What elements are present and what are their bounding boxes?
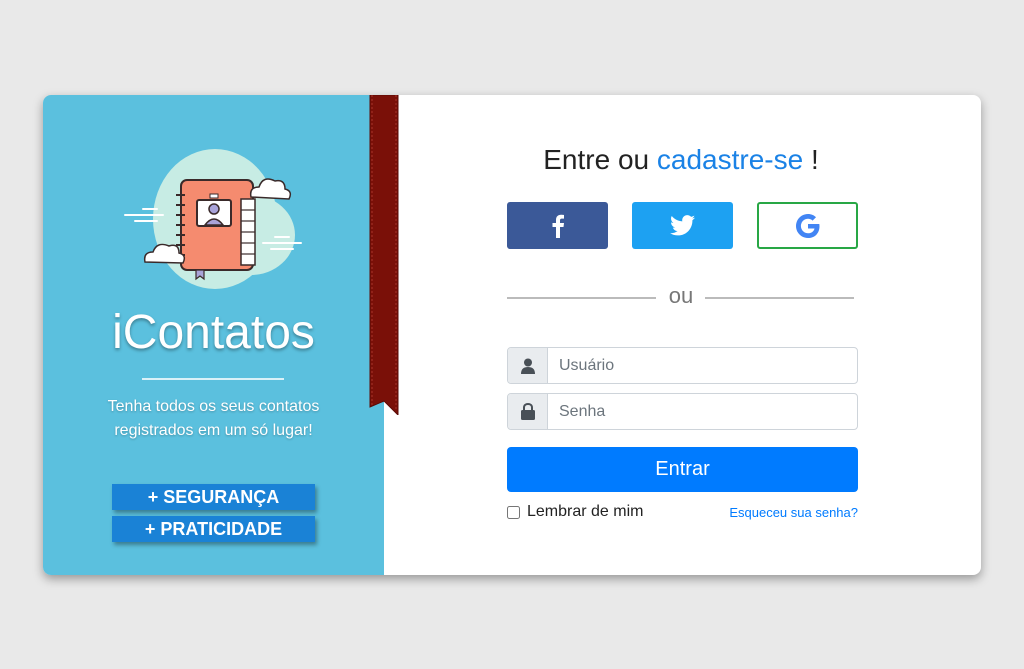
contact-book-illustration — [124, 149, 302, 289]
remember-me-label: Lembrar de mim — [527, 503, 644, 520]
or-divider-right — [705, 297, 854, 299]
user-icon — [508, 348, 548, 383]
or-label: ou — [668, 283, 694, 308]
password-input[interactable] — [548, 394, 853, 429]
submit-button[interactable]: Entrar — [507, 447, 858, 492]
twitter-icon — [670, 215, 695, 236]
facebook-icon — [552, 214, 564, 238]
forgot-password-link[interactable]: Esqueceu sua senha? — [729, 505, 858, 520]
brand-tagline: Tenha todos os seus contatos registrados… — [107, 398, 320, 439]
google-icon — [795, 213, 819, 238]
remember-me[interactable]: Lembrar de mim — [507, 502, 643, 522]
or-divider-left — [507, 297, 656, 299]
heading-prefix: Entre ou — [543, 144, 650, 175]
twitter-login-button[interactable] — [632, 202, 733, 249]
brand-divider — [142, 378, 284, 380]
username-field — [507, 347, 858, 384]
google-login-button[interactable] — [757, 202, 858, 249]
brand-panel: iContatos Tenha todos os seus contatos r… — [43, 95, 384, 575]
username-input[interactable] — [548, 348, 853, 383]
remember-me-checkbox[interactable] — [507, 505, 520, 519]
login-card: iContatos Tenha todos os seus contatos r… — [43, 95, 981, 575]
password-field — [507, 393, 858, 430]
feature-badge-practicality: + PRATICIDADE — [112, 516, 315, 542]
login-panel: Entre ou cadastre-se ! ou Usuário Entrar… — [384, 95, 981, 575]
login-heading: Entre ou cadastre-se ! — [384, 143, 978, 177]
brand-name: iContatos — [112, 306, 315, 359]
signup-link[interactable]: cadastre-se — [657, 144, 803, 175]
heading-suffix: ! — [810, 144, 819, 175]
lock-icon — [508, 394, 548, 429]
facebook-login-button[interactable] — [507, 202, 608, 249]
feature-badge-security: + SEGURANÇA — [112, 484, 315, 510]
